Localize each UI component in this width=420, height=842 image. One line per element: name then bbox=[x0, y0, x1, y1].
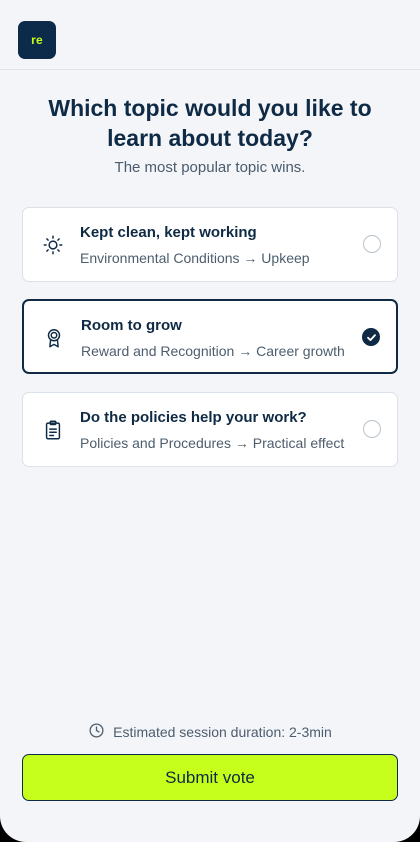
option-radio[interactable] bbox=[363, 420, 381, 438]
session-duration: Estimated session duration: 2-3min bbox=[0, 722, 420, 742]
topic-option-practical-effect[interactable]: Do the policies help your work? Policies… bbox=[22, 392, 398, 467]
topic-option-upkeep[interactable]: Kept clean, kept working Environmental C… bbox=[22, 207, 398, 282]
question-title: Which topic would you like to learn abou… bbox=[48, 95, 372, 151]
option-radio-checked[interactable] bbox=[362, 328, 380, 346]
topic-option-career-growth[interactable]: Room to grow Reward and Recognition → Ca… bbox=[22, 299, 398, 374]
sun-icon bbox=[41, 233, 65, 257]
option-path: Policies and Procedures → Practical effe… bbox=[80, 435, 345, 451]
clipboard-icon bbox=[41, 418, 65, 442]
award-ribbon-icon bbox=[42, 326, 66, 350]
option-radio[interactable] bbox=[363, 235, 381, 253]
top-bar: re bbox=[0, 0, 420, 70]
question-subtitle: The most popular topic wins. bbox=[114, 159, 306, 176]
option-title: Do the policies help your work? bbox=[80, 409, 307, 426]
duration-text: Estimated session duration: 2-3min bbox=[113, 724, 332, 740]
clock-icon bbox=[88, 722, 105, 742]
option-path: Environmental Conditions → Upkeep bbox=[80, 250, 310, 266]
option-title: Kept clean, kept working bbox=[80, 224, 257, 241]
option-title: Room to grow bbox=[81, 317, 182, 334]
app-logo: re bbox=[18, 21, 56, 59]
poll-screen: re Which topic would you like to learn a… bbox=[0, 0, 420, 842]
option-path: Reward and Recognition → Career growth bbox=[81, 343, 345, 359]
check-icon bbox=[366, 333, 376, 341]
logo-text: re bbox=[31, 33, 43, 47]
submit-vote-button[interactable]: Submit vote bbox=[22, 754, 398, 801]
